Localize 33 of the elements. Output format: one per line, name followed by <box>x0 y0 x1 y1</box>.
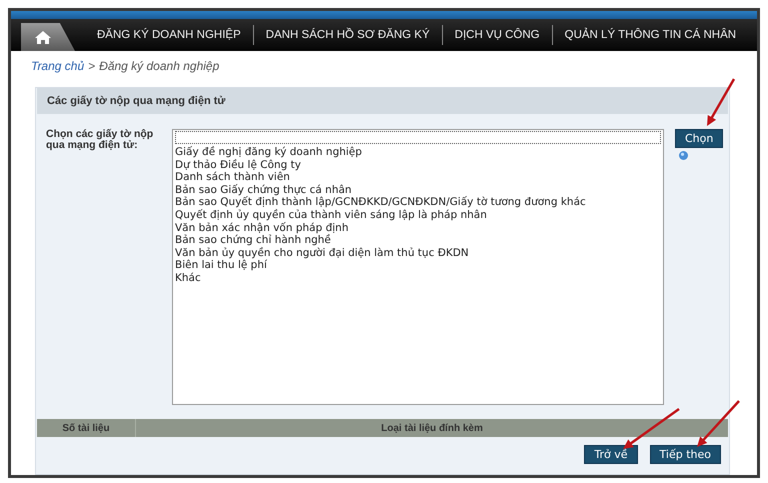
list-option[interactable]: Khác <box>175 272 661 285</box>
choose-button[interactable]: Chọn <box>675 129 724 148</box>
document-list-box[interactable] <box>172 129 664 405</box>
column-header: Loại tài liệu đính kèm <box>135 419 728 437</box>
back-button[interactable]: Trở về <box>584 445 638 464</box>
list-option[interactable]: Văn bản xác nhận vốn pháp định <box>175 222 661 234</box>
empty-list-option[interactable] <box>175 131 661 144</box>
column-header: Số tài liệu <box>61 422 111 436</box>
arrow-drawing <box>707 78 736 126</box>
arrow-drawing <box>697 400 740 447</box>
list-option[interactable]: Bản sao Quyết định thành lập/GCNĐKKD/GCNĐKDN/Giấy tờ tương đương khác <box>175 196 661 209</box>
list-option[interactable]: Biên lai thu lệ phí <box>175 259 661 272</box>
breadcrumb-current: Đăng ký doanh nghiệp <box>99 59 220 75</box>
breadcrumb-separator: > <box>88 59 96 75</box>
list-option[interactable]: Quyết định ủy quyền của thành viên sáng lập là pháp nhân <box>175 208 661 222</box>
info-icon[interactable] <box>679 151 688 160</box>
home-button[interactable] <box>21 23 75 51</box>
list-option[interactable]: Dự thảo Điều lệ Công ty <box>175 158 661 172</box>
field-label: Chọn các giấy tờ nộp qua mạng điện tử: <box>46 129 154 153</box>
list-option[interactable]: Bản sao chứng chỉ hành nghề <box>175 234 661 247</box>
list-option[interactable]: Bản sao Giấy chứng thực cá nhân <box>175 184 661 196</box>
arrow-drawing <box>623 408 680 449</box>
next-button[interactable]: Tiếp theo <box>650 445 721 464</box>
list-option[interactable]: Giấy đề nghị đăng ký doanh nghiệp <box>175 146 661 159</box>
breadcrumb-link[interactable]: Trang chủ <box>31 59 84 83</box>
list-option[interactable]: Văn bản ủy quyền cho người đại diện làm thủ tục ĐKDN <box>175 246 661 260</box>
nav-tab[interactable]: QUẢN LÝ THÔNG TIN CÁ NHÂN <box>552 25 748 45</box>
home-icon <box>34 30 52 44</box>
list-option[interactable]: Danh sách thành viên <box>175 171 661 184</box>
nav-tab[interactable]: DỊCH VỤ CÔNG <box>442 25 552 45</box>
panel-title: Các giấy tờ nộp qua mạng điện tử <box>37 88 728 114</box>
nav-tab[interactable]: DANH SÁCH HỒ SƠ ĐĂNG KÝ <box>252 25 442 45</box>
nav-tab[interactable]: ĐĂNG KÝ DOANH NGHIỆP <box>85 25 253 45</box>
